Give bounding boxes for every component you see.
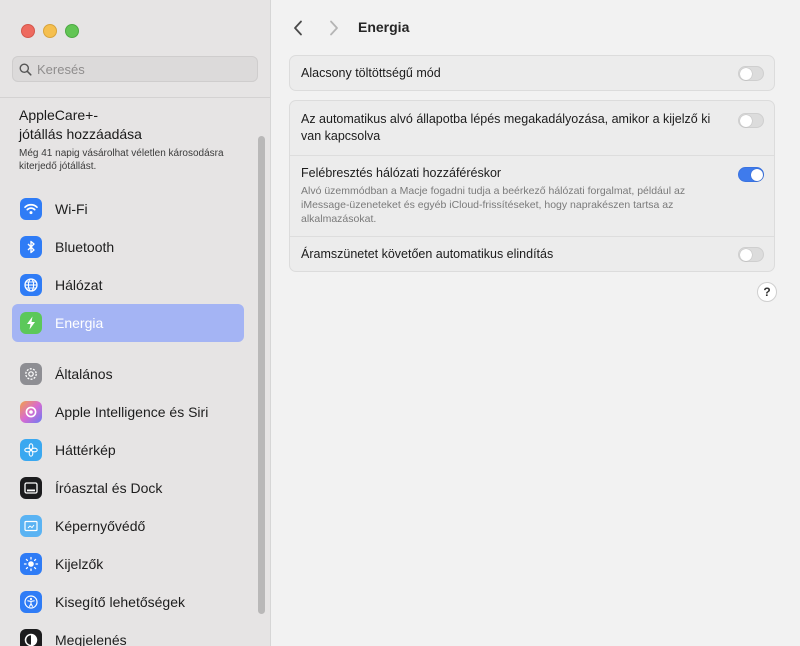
- chevron-right-icon: [330, 20, 338, 36]
- globe-icon: [20, 274, 42, 296]
- sidebar-item-label: Általános: [55, 366, 113, 382]
- toggle-knob: [750, 168, 763, 181]
- bluetooth-icon: [20, 236, 42, 258]
- minimize-button[interactable]: [43, 24, 57, 38]
- wake-network-toggle[interactable]: [738, 167, 764, 182]
- bolt-icon: [20, 312, 42, 334]
- toggle-knob: [739, 248, 752, 261]
- sidebar-nav: Wi-Fi Bluetooth Hálózat Energia Általáno…: [12, 190, 244, 646]
- sidebar-item-desktop-dock[interactable]: Íróasztal és Dock: [12, 469, 244, 507]
- zoom-button[interactable]: [65, 24, 79, 38]
- sidebar-item-screensaver[interactable]: Képernyővédő: [12, 507, 244, 545]
- sidebar-item-label: Kijelzők: [55, 556, 104, 572]
- sidebar-item-label: Íróasztal és Dock: [55, 480, 163, 496]
- sidebar-item-label: Háttérkép: [55, 442, 116, 458]
- brightness-icon: [20, 553, 42, 575]
- sidebar-item-appearance[interactable]: Megjelenés: [12, 621, 244, 646]
- screensaver-icon: [20, 515, 42, 537]
- page-title: Energia: [358, 19, 410, 35]
- sidebar-item-bluetooth[interactable]: Bluetooth: [12, 228, 244, 266]
- setting-title: Alacsony töltöttségű mód: [301, 66, 441, 80]
- applecare-title: AppleCare+- jótállás hozzáadása: [19, 107, 142, 142]
- prevent-sleep-toggle[interactable]: [738, 113, 764, 128]
- setting-title: Felébresztés hálózati hozzáféréskor: [301, 166, 502, 180]
- sidebar-item-energy[interactable]: Energia: [12, 304, 244, 342]
- applecare-promo[interactable]: AppleCare+- jótállás hozzáadása Még 41 n…: [19, 106, 249, 173]
- sidebar-item-general[interactable]: Általános: [12, 355, 244, 393]
- sidebar-divider: [0, 97, 270, 98]
- setting-row-prevent-sleep: Az automatikus alvó állapotba lépés mega…: [290, 101, 774, 155]
- wifi-icon: [20, 198, 42, 220]
- sidebar-item-label: Hálózat: [55, 277, 103, 293]
- main-pane: Energia Alacsony töltöttségű mód Az auto…: [271, 0, 800, 646]
- window-controls: [21, 24, 79, 38]
- sidebar-item-label: Képernyővédő: [55, 518, 146, 534]
- search-field[interactable]: Keresés: [12, 56, 258, 82]
- apple-intelligence-icon: [20, 401, 42, 423]
- setting-row-restart-power-failure: Áramszünetet követően automatikus elindí…: [290, 236, 774, 271]
- settings-window: Keresés AppleCare+- jótállás hozzáadása …: [0, 0, 800, 646]
- settings-group-power-options: Az automatikus alvó állapotba lépés mega…: [289, 100, 775, 272]
- restart-power-failure-toggle[interactable]: [738, 247, 764, 262]
- low-power-toggle[interactable]: [738, 66, 764, 81]
- dock-icon: [20, 477, 42, 499]
- nav-group-gap: [12, 342, 244, 355]
- sidebar-item-label: Bluetooth: [55, 239, 115, 255]
- sidebar-item-wallpaper[interactable]: Háttérkép: [12, 431, 244, 469]
- toggle-knob: [739, 114, 752, 127]
- setting-description: Alvó üzemmódban a Macje fogadni tudja a …: [301, 185, 686, 225]
- toolbar: Energia: [271, 0, 800, 55]
- sidebar-item-wifi[interactable]: Wi-Fi: [12, 190, 244, 228]
- search-placeholder: Keresés: [37, 61, 85, 77]
- sidebar-item-network[interactable]: Hálózat: [12, 266, 244, 304]
- setting-title: Az automatikus alvó állapotba lépés mega…: [301, 112, 711, 143]
- gear-icon: [20, 363, 42, 385]
- forward-button[interactable]: [324, 18, 344, 38]
- sidebar: Keresés AppleCare+- jótállás hozzáadása …: [0, 0, 271, 646]
- sidebar-item-label: Megjelenés: [55, 632, 127, 646]
- setting-row-wake-network: Felébresztés hálózati hozzáféréskor Alvó…: [290, 155, 774, 236]
- accessibility-icon: [20, 591, 42, 613]
- setting-row-low-power: Alacsony töltöttségű mód: [290, 56, 774, 90]
- sidebar-scrollbar[interactable]: [258, 136, 265, 614]
- close-button[interactable]: [21, 24, 35, 38]
- sidebar-item-label: Energia: [55, 315, 104, 331]
- sidebar-item-accessibility[interactable]: Kisegítő lehetőségek: [12, 583, 244, 621]
- flower-icon: [20, 439, 42, 461]
- back-button[interactable]: [288, 18, 308, 38]
- sidebar-item-label: Kisegítő lehetőségek: [55, 594, 185, 610]
- help-button[interactable]: ?: [757, 282, 777, 302]
- applecare-description: Még 41 napig vásárolhat véletlen károsod…: [19, 148, 224, 172]
- toggle-knob: [739, 67, 752, 80]
- sidebar-item-label: Wi-Fi: [55, 201, 88, 217]
- sidebar-item-apple-intelligence[interactable]: Apple Intelligence és Siri: [12, 393, 244, 431]
- settings-group-low-power: Alacsony töltöttségű mód: [289, 55, 775, 91]
- search-icon: [19, 63, 32, 76]
- sidebar-item-displays[interactable]: Kijelzők: [12, 545, 244, 583]
- setting-title: Áramszünetet követően automatikus elindí…: [301, 247, 554, 261]
- appearance-icon: [20, 629, 42, 646]
- sidebar-item-label: Apple Intelligence és Siri: [55, 404, 209, 420]
- chevron-left-icon: [294, 20, 302, 36]
